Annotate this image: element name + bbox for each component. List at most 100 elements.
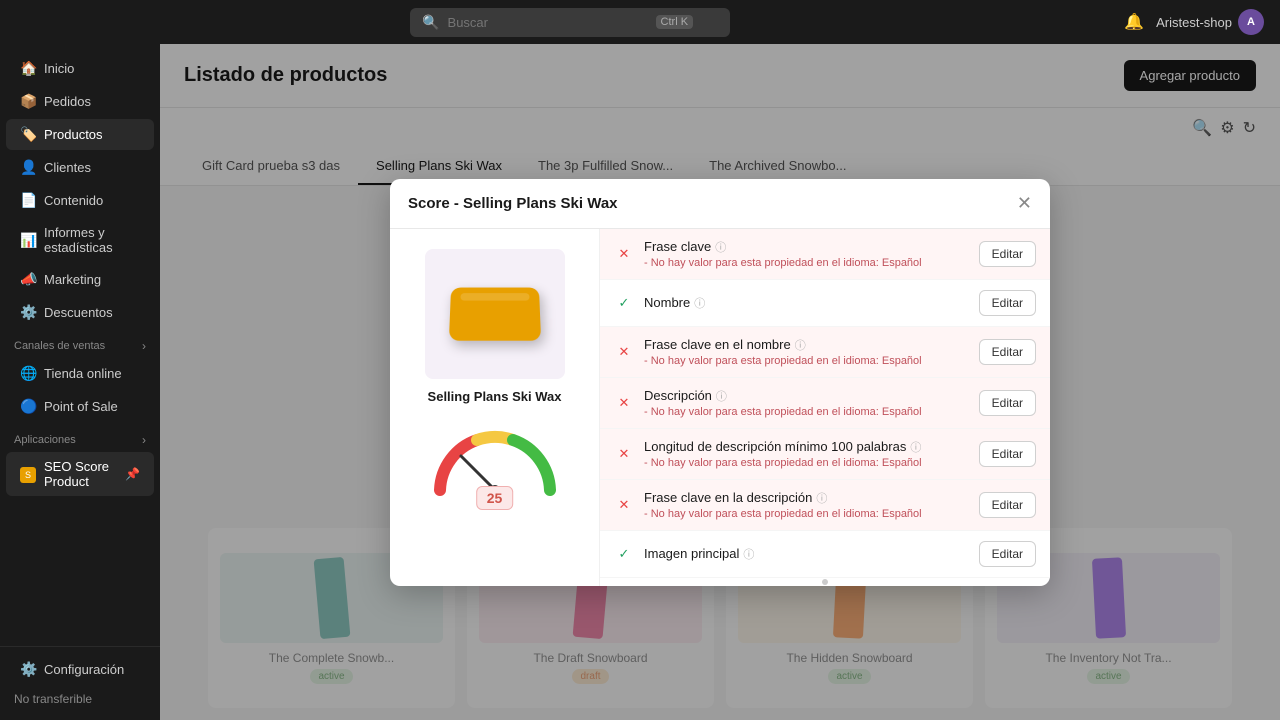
sidebar-item-seo[interactable]: S SEO Score Product 📌 [6, 452, 154, 496]
reports-icon: 📊 [20, 232, 36, 249]
pos-icon: 🔵 [20, 398, 36, 415]
apps-section-label: Aplicaciones [14, 434, 76, 446]
product-image-box [425, 249, 565, 379]
sidebar-label-contenido: Contenido [44, 193, 103, 208]
product-name-label: Selling Plans Ski Wax [428, 389, 562, 404]
score-sublabel-frase-clave-nombre: - No hay valor para esta propiedad en el… [644, 355, 969, 367]
score-row-descripcion: ✕ Descripción ⓘ - No hay valor para esta… [600, 378, 1050, 429]
modal-title: Score - Selling Plans Ski Wax [408, 195, 618, 212]
user-menu[interactable]: Aristest-shop A [1156, 9, 1264, 35]
sidebar-label-clientes: Clientes [44, 160, 91, 175]
score-row-nombre: ✓ Nombre ⓘ Editar [600, 280, 1050, 327]
sidebar-item-descuentos[interactable]: ⚙️ Descuentos [6, 297, 154, 328]
sidebar-label-pedidos: Pedidos [44, 94, 91, 109]
edit-button-frase-clave-nombre[interactable]: Editar [979, 339, 1036, 365]
fail-icon-frase-descripcion: ✕ [614, 495, 634, 515]
score-sublabel-longitud: - No hay valor para esta propiedad en el… [644, 457, 969, 469]
score-row-frase-descripcion: ✕ Frase clave en la descripción ⓘ - No h… [600, 480, 1050, 531]
orders-icon: 📦 [20, 93, 36, 110]
sidebar-item-informes[interactable]: 📊 Informes y estadísticas [6, 218, 154, 262]
config-icon: ⚙️ [20, 661, 36, 678]
customers-icon: 👤 [20, 159, 36, 176]
edit-button-descripcion[interactable]: Editar [979, 390, 1036, 416]
edit-button-nombre[interactable]: Editar [979, 290, 1036, 316]
score-text-imagen: Imagen principal ⓘ [644, 546, 969, 562]
score-text-nombre: Nombre ⓘ [644, 295, 969, 311]
info-icon-frase-descripcion[interactable]: ⓘ [816, 490, 827, 506]
seo-app-icon: S [20, 465, 36, 483]
info-icon-nombre[interactable]: ⓘ [694, 295, 705, 311]
fail-icon-longitud: ✕ [614, 444, 634, 464]
sidebar-item-contenido[interactable]: 📄 Contenido [6, 185, 154, 216]
edit-button-frase-clave[interactable]: Editar [979, 241, 1036, 267]
search-input[interactable] [448, 15, 648, 30]
store-icon: 🌐 [20, 365, 36, 382]
sidebar-label-tienda: Tienda online [44, 366, 122, 381]
score-text-descripcion: Descripción ⓘ - No hay valor para esta p… [644, 388, 969, 418]
gauge-chart: 25 [425, 420, 565, 500]
info-icon-longitud[interactable]: ⓘ [910, 439, 921, 455]
sidebar-item-inicio[interactable]: 🏠 Inicio [6, 53, 154, 84]
sidebar-bottom: ⚙️ Configuración No transferible [0, 646, 160, 712]
sidebar-item-productos[interactable]: 🏷️ Productos [6, 119, 154, 150]
fail-icon-descripcion: ✕ [614, 393, 634, 413]
notification-bell[interactable]: 🔔 [1124, 12, 1144, 32]
sidebar-label-marketing: Marketing [44, 272, 101, 287]
sidebar-label-seo: SEO Score Product [44, 459, 117, 489]
sidebar-label-productos: Productos [44, 127, 103, 142]
sidebar-label-descuentos: Descuentos [44, 305, 113, 320]
score-text-frase-clave-nombre: Frase clave en el nombre ⓘ - No hay valo… [644, 337, 969, 367]
search-bar[interactable]: 🔍 Ctrl K [410, 8, 730, 37]
apps-section: Aplicaciones › [0, 423, 160, 451]
username-label: Aristest-shop [1156, 15, 1232, 30]
sidebar: 🏠 Inicio 📦 Pedidos 🏷️ Productos 👤 Client… [0, 44, 160, 720]
sidebar-item-tienda[interactable]: 🌐 Tienda online [6, 358, 154, 389]
modal-header: Score - Selling Plans Ski Wax ✕ [390, 179, 1050, 229]
pass-icon-imagen: ✓ [614, 544, 634, 564]
sidebar-label-pos: Point of Sale [44, 399, 118, 414]
info-icon-frase-clave[interactable]: ⓘ [715, 239, 726, 255]
score-label-nombre: Nombre ⓘ [644, 295, 969, 311]
modal-close-button[interactable]: ✕ [1017, 193, 1032, 214]
info-icon-descripcion[interactable]: ⓘ [716, 388, 727, 404]
modal-overlay: Score - Selling Plans Ski Wax ✕ [160, 44, 1280, 720]
sidebar-item-config[interactable]: ⚙️ Configuración [6, 654, 154, 685]
sidebar-item-clientes[interactable]: 👤 Clientes [6, 152, 154, 183]
discounts-icon: ⚙️ [20, 304, 36, 321]
score-sublabel-descripcion: - No hay valor para esta propiedad en el… [644, 406, 969, 418]
score-sublabel-frase-clave: - No hay valor para esta propiedad en el… [644, 257, 969, 269]
search-icon: 🔍 [422, 14, 439, 31]
sidebar-item-marketing[interactable]: 📣 Marketing [6, 264, 154, 295]
score-text-frase-descripcion: Frase clave en la descripción ⓘ - No hay… [644, 490, 969, 520]
sales-channels-arrow[interactable]: › [142, 339, 146, 353]
home-icon: 🏠 [20, 60, 36, 77]
sales-channels-label: Canales de ventas [14, 340, 105, 352]
products-icon: 🏷️ [20, 126, 36, 143]
apps-section-arrow[interactable]: › [142, 433, 146, 447]
edit-button-longitud[interactable]: Editar [979, 441, 1036, 467]
search-shortcut: Ctrl K [656, 15, 694, 29]
edit-button-frase-descripcion[interactable]: Editar [979, 492, 1036, 518]
topbar: 🔍 Ctrl K 🔔 Aristest-shop A [0, 0, 1280, 44]
sidebar-item-pos[interactable]: 🔵 Point of Sale [6, 391, 154, 422]
info-icon-frase-nombre[interactable]: ⓘ [795, 337, 806, 353]
modal-body: Selling Plans Ski Wax [390, 229, 1050, 586]
avatar: A [1238, 9, 1264, 35]
modal-right-panel[interactable]: ✕ Frase clave ⓘ - No hay valor para esta… [600, 229, 1050, 586]
score-label-frase-descripcion: Frase clave en la descripción ⓘ [644, 490, 969, 506]
score-row-longitud: ✕ Longitud de descripción mínimo 100 pal… [600, 429, 1050, 480]
seo-pin-icon: 📌 [125, 467, 140, 481]
modal-left-panel: Selling Plans Ski Wax [390, 229, 600, 586]
info-icon-imagen[interactable]: ⓘ [743, 546, 754, 562]
sidebar-item-pedidos[interactable]: 📦 Pedidos [6, 86, 154, 117]
score-text-longitud: Longitud de descripción mínimo 100 palab… [644, 439, 969, 469]
score-label-frase-clave-nombre: Frase clave en el nombre ⓘ [644, 337, 969, 353]
marketing-icon: 📣 [20, 271, 36, 288]
score-label-descripcion: Descripción ⓘ [644, 388, 969, 404]
scroll-indicator [600, 578, 1050, 586]
scroll-dot [822, 579, 828, 585]
topbar-right: 🔔 Aristest-shop A [1124, 9, 1264, 35]
edit-button-imagen[interactable]: Editar [979, 541, 1036, 567]
gauge-score-value: 25 [476, 486, 514, 510]
score-row-frase-clave: ✕ Frase clave ⓘ - No hay valor para esta… [600, 229, 1050, 280]
